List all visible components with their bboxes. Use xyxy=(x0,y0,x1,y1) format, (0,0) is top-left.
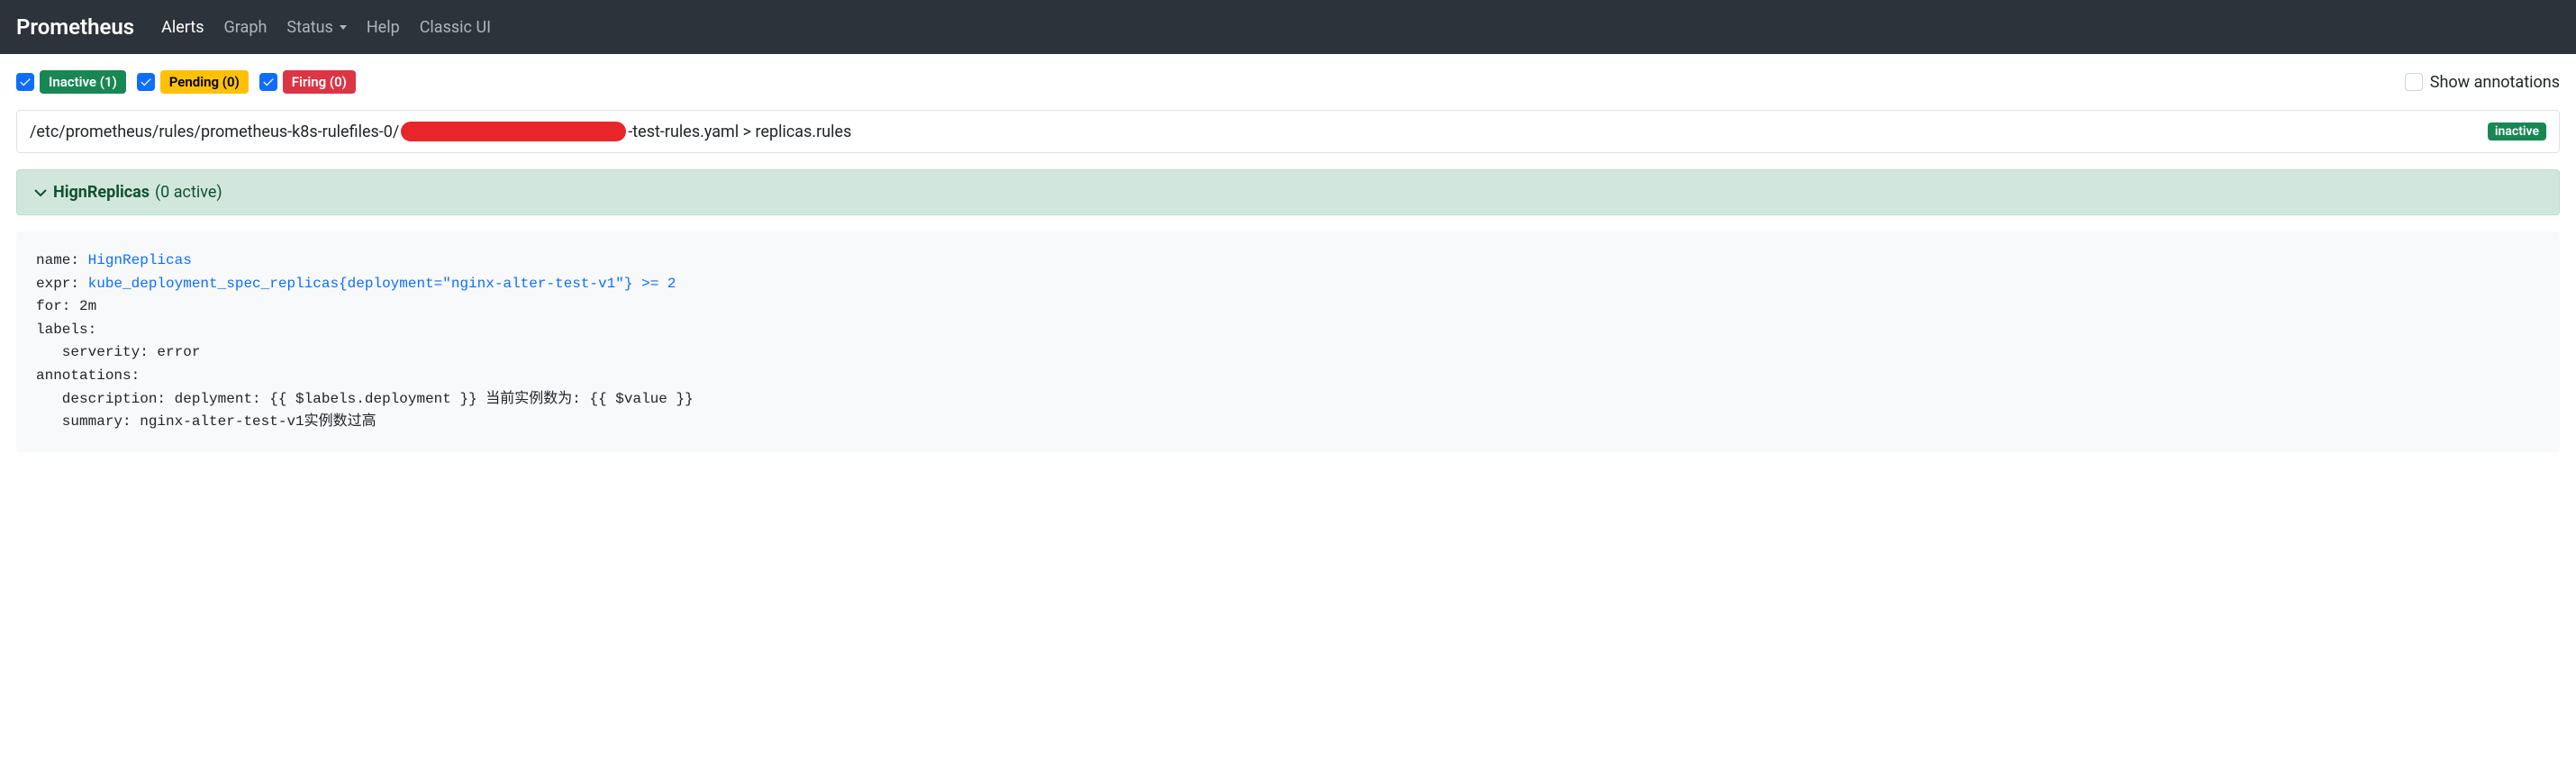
chevron-down-icon xyxy=(33,186,48,200)
checkbox-firing[interactable] xyxy=(259,73,277,91)
rule-for-line: for: 2m xyxy=(36,298,96,314)
rule-file-suffix: -test-rules.yaml > replicas.rules xyxy=(628,122,851,141)
rule-name-label: name: xyxy=(36,252,88,268)
nav-status-label: Status xyxy=(286,18,332,37)
show-annotations: Show annotations xyxy=(2405,73,2560,92)
content: Inactive (1) Pending (0) Firing (0) Show… xyxy=(0,54,2576,468)
nav-help[interactable]: Help xyxy=(367,18,400,37)
navbar: Prometheus Alerts Graph Status Help Clas… xyxy=(0,0,2576,54)
nav-graph[interactable]: Graph xyxy=(224,18,268,37)
brand[interactable]: Prometheus xyxy=(16,14,134,40)
rule-details: name: HignReplicas expr: kube_deployment… xyxy=(16,231,2560,452)
show-annotations-label: Show annotations xyxy=(2430,73,2560,92)
rule-labels-severity: serverity: error xyxy=(36,344,200,360)
check-icon xyxy=(140,76,152,88)
nav-alerts[interactable]: Alerts xyxy=(161,18,204,37)
checkbox-show-annotations[interactable] xyxy=(2405,73,2423,91)
rule-active-count: (0 active) xyxy=(155,183,222,202)
nav-status[interactable]: Status xyxy=(286,18,346,37)
filter-firing: Firing (0) xyxy=(259,70,356,94)
rule-name-link[interactable]: HignReplicas xyxy=(88,252,192,268)
rule-expr-label: expr: xyxy=(36,276,88,292)
checkbox-inactive[interactable] xyxy=(16,73,34,91)
rule-file-prefix: /etc/prometheus/rules/prometheus-k8s-rul… xyxy=(30,122,399,141)
rule-labels-line: labels: xyxy=(36,322,96,338)
badge-firing[interactable]: Firing (0) xyxy=(283,70,356,94)
rule-annotations-description: description: deplyment: {{ $labels.deplo… xyxy=(36,391,694,407)
rule-group-header[interactable]: HignReplicas (0 active) xyxy=(16,169,2560,215)
filter-pending: Pending (0) xyxy=(137,70,249,94)
checkbox-pending[interactable] xyxy=(137,73,155,91)
rule-expr-link[interactable]: kube_deployment_spec_replicas{deployment… xyxy=(88,276,676,292)
rule-file-status-badge: inactive xyxy=(2488,122,2546,141)
rule-file-path: /etc/prometheus/rules/prometheus-k8s-rul… xyxy=(30,122,851,141)
caret-down-icon xyxy=(340,25,347,30)
check-icon xyxy=(19,76,32,88)
nav-classic-ui[interactable]: Classic UI xyxy=(420,18,491,37)
rule-file-header[interactable]: /etc/prometheus/rules/prometheus-k8s-rul… xyxy=(16,110,2560,153)
badge-pending[interactable]: Pending (0) xyxy=(160,70,249,94)
redaction-mark xyxy=(401,122,626,141)
check-icon xyxy=(262,76,275,88)
filter-inactive: Inactive (1) xyxy=(16,70,126,94)
rule-annotations-summary: summary: nginx-alter-test-v1实例数过高 xyxy=(36,413,376,430)
badge-inactive[interactable]: Inactive (1) xyxy=(40,70,126,94)
filters-row: Inactive (1) Pending (0) Firing (0) Show… xyxy=(16,70,2560,94)
rule-annotations-line: annotations: xyxy=(36,367,140,384)
rule-name: HignReplicas xyxy=(53,183,150,202)
